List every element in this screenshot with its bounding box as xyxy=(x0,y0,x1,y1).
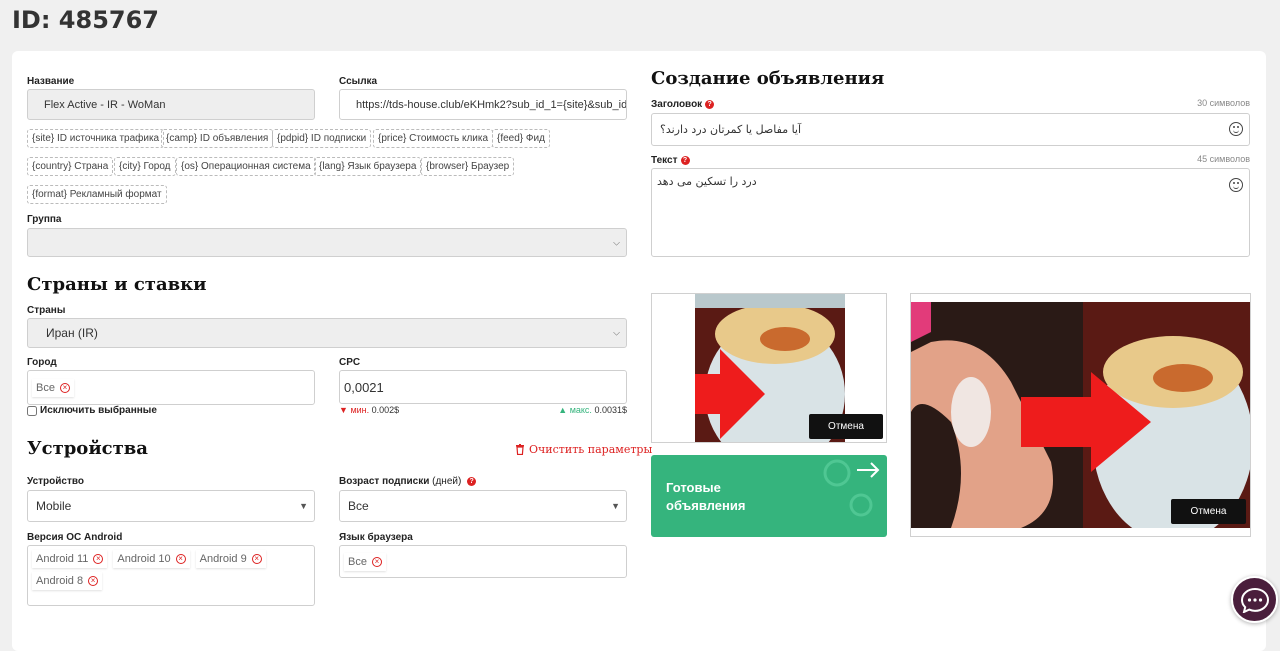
text-textarea[interactable]: درد را تسکین می دهد xyxy=(651,168,1250,257)
remove-chip-icon[interactable]: × xyxy=(175,554,186,564)
chevron-down-icon: ⌵ xyxy=(613,237,620,247)
macro-tag[interactable]: {format} Рекламный формат xyxy=(27,185,167,204)
clear-params-link[interactable]: Очистить параметры xyxy=(515,443,652,456)
text-label: Текст? xyxy=(651,155,690,166)
ready-ads-button[interactable]: Готовые объявления xyxy=(651,455,887,537)
macro-tag[interactable]: {price} Стоимость клика xyxy=(373,129,494,148)
down-arrow-icon: ▼ xyxy=(339,405,348,415)
link-input[interactable]: https://tds-house.club/eKHmk2?sub_id_1={… xyxy=(339,89,627,120)
page-id: ID: 485767 xyxy=(12,6,159,34)
help-icon[interactable]: ? xyxy=(680,155,690,165)
browser-lang-multiselect[interactable]: Все × xyxy=(339,545,627,578)
group-label: Группа xyxy=(27,214,62,225)
headline-input[interactable]: آیا مفاصل یا کمرتان درد دارند؟ xyxy=(651,113,1250,146)
city-multiselect[interactable]: Все × xyxy=(27,370,315,405)
age-label: Возраст подписки (дней) ? xyxy=(339,476,477,487)
os-chip: Android 9 × xyxy=(195,550,266,568)
macro-tag[interactable]: {site} ID источника трафика xyxy=(27,129,165,148)
knee-jar-image xyxy=(911,302,1250,528)
age-select[interactable]: Все ▼ xyxy=(339,490,627,522)
os-version-multiselect[interactable]: Android 11 × Android 10 × Android 9 × Andro… xyxy=(27,545,315,606)
chat-button[interactable] xyxy=(1231,576,1278,623)
macro-tag[interactable]: {lang} Язык браузера xyxy=(314,157,422,176)
macro-tag[interactable]: {browser} Браузер xyxy=(421,157,515,176)
os-chip: Android 10 × xyxy=(113,550,190,568)
browser-lang-label: Язык браузера xyxy=(339,532,413,543)
exclude-label: Исключить выбранные xyxy=(40,405,157,416)
ready-ads-label: Готовые объявления xyxy=(666,480,746,513)
macro-tag[interactable]: {city} Город xyxy=(114,157,176,176)
cpc-label: CPC xyxy=(339,357,361,368)
remove-chip-icon[interactable]: × xyxy=(88,576,99,586)
cancel-image-button[interactable]: Отмена xyxy=(1171,499,1246,524)
emoji-icon[interactable] xyxy=(1229,178,1243,192)
chat-icon xyxy=(1240,587,1270,613)
headline-counter: 30 символов xyxy=(1197,98,1250,108)
macro-tag[interactable]: {os} Операционная система xyxy=(176,157,316,176)
os-chip: Android 11 × xyxy=(32,550,108,568)
cpc-min: ▼ мин. 0.002$ xyxy=(339,405,400,415)
country-select[interactable]: Иран (IR) ⌵ xyxy=(27,318,627,348)
cancel-image-button[interactable]: Отмена xyxy=(809,414,883,439)
up-arrow-icon: ▲ xyxy=(558,405,568,415)
macro-tag[interactable]: {feed} Фид xyxy=(492,129,550,148)
help-icon[interactable]: ? xyxy=(705,99,715,109)
remove-chip-icon[interactable]: × xyxy=(59,382,70,393)
link-label: Ссылка xyxy=(339,76,378,87)
headline-label: Заголовок? xyxy=(651,99,715,110)
macro-tag[interactable]: {country} Страна xyxy=(27,157,114,176)
ad-image-square: Отмена xyxy=(651,293,887,443)
group-select[interactable]: ⌵ xyxy=(27,228,627,257)
remove-chip-icon[interactable]: × xyxy=(251,554,262,564)
cpc-max: ▲ макс. 0.0031$ xyxy=(558,405,627,415)
chevron-down-icon: ▼ xyxy=(611,501,620,511)
ad-title: Создание объявления xyxy=(651,68,885,89)
text-counter: 45 символов xyxy=(1197,154,1250,164)
chevron-down-icon: ▼ xyxy=(299,501,308,511)
name-input[interactable]: Flex Active - IR - WoMan xyxy=(27,89,315,120)
device-select[interactable]: Mobile ▼ xyxy=(27,490,315,522)
trash-icon xyxy=(516,444,524,455)
city-chip: Все × xyxy=(32,378,74,397)
countries-title: Страны и ставки xyxy=(27,274,207,295)
emoji-icon[interactable] xyxy=(1229,122,1243,136)
exclude-checkbox[interactable] xyxy=(27,405,37,416)
devices-title: Устройства xyxy=(27,438,148,459)
name-label: Название xyxy=(27,76,75,87)
cpc-input[interactable]: 0,0021 xyxy=(339,370,627,404)
os-chip: Android 8 × xyxy=(32,572,103,590)
exclude-row: Исключить выбранные xyxy=(27,405,157,416)
device-label: Устройство xyxy=(27,476,84,487)
countries-label: Страны xyxy=(27,305,66,316)
remove-chip-icon[interactable]: × xyxy=(93,554,104,564)
macro-tag[interactable]: {pdpid} ID подписки xyxy=(272,129,372,148)
lang-chip: Все × xyxy=(344,552,386,571)
city-label: Город xyxy=(27,357,57,368)
macro-tag[interactable]: {camp} ID объявления xyxy=(161,129,274,148)
help-icon[interactable]: ? xyxy=(467,476,477,486)
arrow-right-icon xyxy=(857,462,880,478)
remove-chip-icon[interactable]: × xyxy=(371,556,382,567)
chevron-down-icon: ⌵ xyxy=(613,327,620,338)
os-version-label: Версия ОС Android xyxy=(27,532,123,543)
ad-image-wide: Отмена xyxy=(910,293,1251,537)
